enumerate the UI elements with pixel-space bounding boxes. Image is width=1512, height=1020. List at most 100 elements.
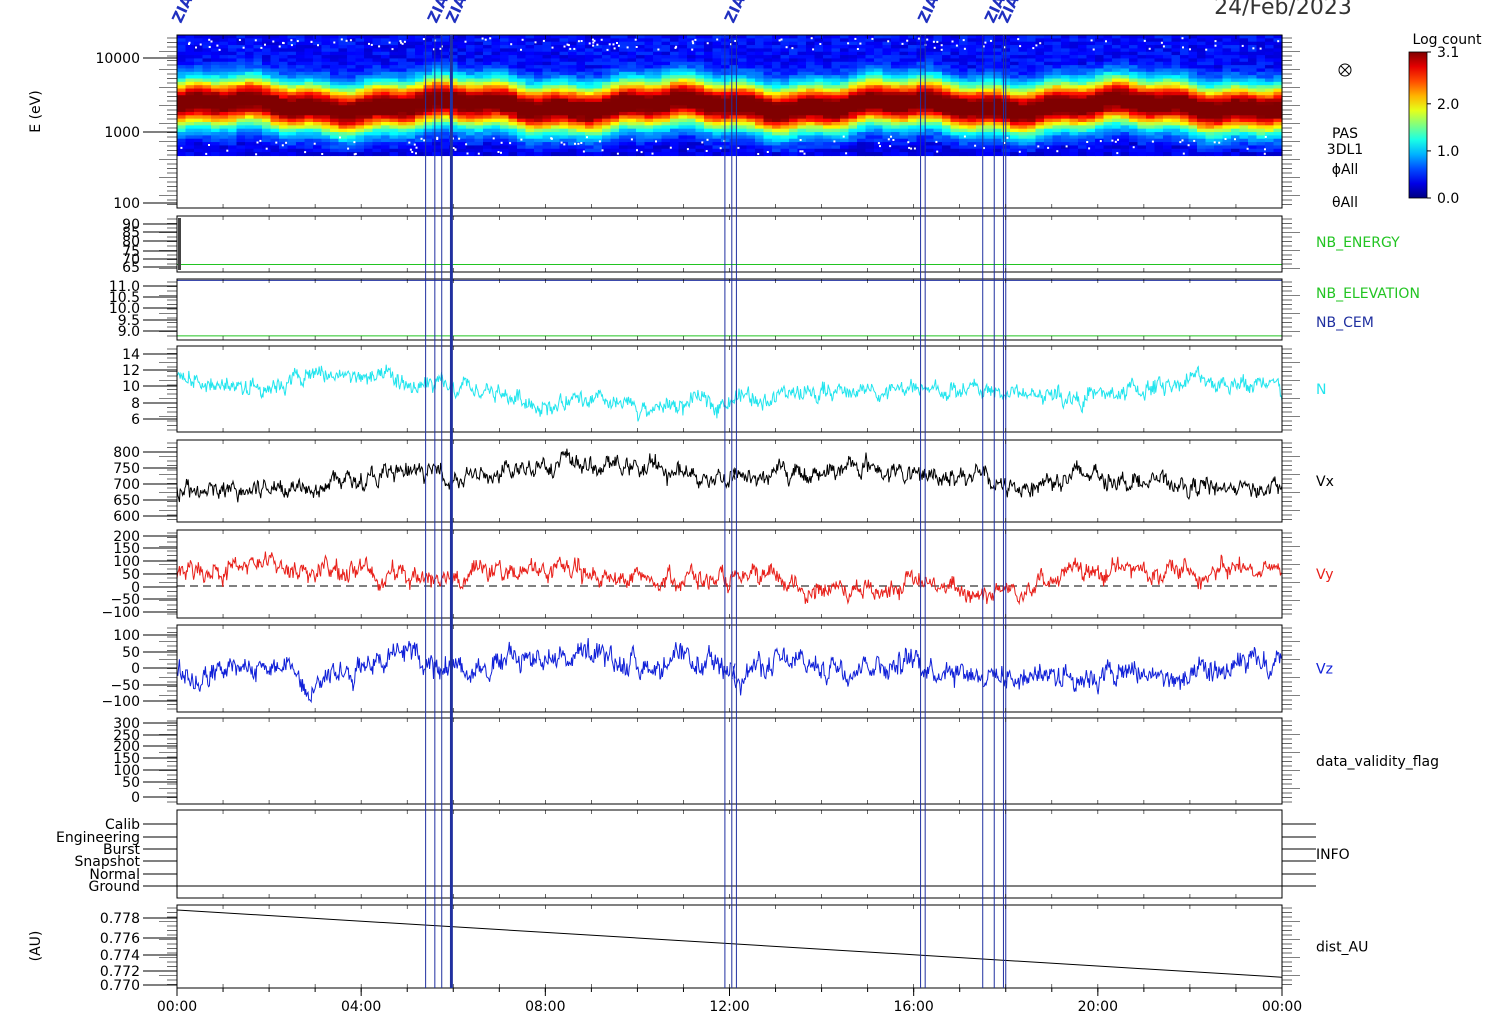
speckle — [691, 48, 694, 51]
spectrogram-cell — [593, 152, 603, 157]
spectrogram-cell — [899, 152, 909, 157]
speckle — [833, 140, 836, 143]
speckle — [691, 40, 694, 43]
spectrogram-cell — [704, 152, 714, 157]
speckle — [879, 145, 881, 148]
speckle — [686, 148, 689, 151]
speckle — [520, 138, 523, 141]
speckle — [208, 38, 211, 41]
speckle — [458, 137, 461, 140]
speckle — [452, 147, 455, 149]
spectrogram-cell — [865, 152, 875, 157]
spectrogram-cell — [1197, 152, 1207, 157]
speckle — [1056, 150, 1059, 153]
speckle — [803, 152, 806, 155]
speckle — [345, 39, 348, 42]
speckle — [550, 137, 553, 140]
speckle — [415, 146, 418, 149]
speckle — [569, 47, 572, 50]
speckle — [1182, 152, 1185, 155]
spectrogram-cell — [270, 152, 280, 157]
speckle — [403, 40, 406, 43]
speckle — [962, 39, 965, 42]
spectrogram-cell — [525, 152, 535, 157]
spectrogram-cell — [661, 152, 671, 157]
speckle — [801, 150, 804, 153]
spectrogram-cell — [602, 152, 612, 157]
speckle — [582, 150, 585, 153]
spectrogram-cell — [1265, 152, 1275, 157]
solo-pas-summary-plot: 100001000100E (eV)PAS3DL1ϕAllθAll9085807… — [28, 0, 1482, 1015]
speckle — [264, 43, 266, 46]
speckle — [577, 142, 580, 145]
speckle — [1090, 39, 1093, 42]
speckle — [580, 142, 583, 144]
speckle — [910, 147, 913, 150]
speckle — [951, 40, 954, 43]
speckle — [1019, 45, 1022, 48]
speckle — [617, 44, 620, 47]
spectrogram-cell — [950, 152, 960, 157]
speckle — [1143, 39, 1146, 42]
speckle — [454, 148, 457, 151]
speckle — [1092, 48, 1095, 51]
speckle — [705, 150, 708, 152]
spectrogram-cell — [355, 152, 365, 157]
speckle — [282, 42, 285, 45]
spectrogram-cell — [746, 152, 756, 157]
spectrogram-cell — [959, 152, 969, 157]
speckle — [908, 146, 911, 149]
speckle — [563, 45, 566, 48]
speckle — [592, 41, 595, 44]
spectrogram-cell — [287, 152, 297, 157]
speckle — [616, 42, 618, 44]
spectrogram-cell — [1035, 152, 1045, 157]
spectrogram-cell — [942, 152, 952, 157]
speckle — [195, 46, 197, 49]
speckle — [1114, 140, 1117, 143]
speckle — [692, 42, 695, 45]
speckle — [285, 141, 288, 144]
spectrogram-cell — [1146, 152, 1156, 157]
spectrogram-cell — [576, 152, 586, 157]
speckle — [313, 142, 316, 145]
speckle — [401, 42, 404, 45]
spectrogram-cell — [874, 152, 884, 157]
spectrogram-cell — [1078, 152, 1088, 157]
speckle — [933, 46, 936, 49]
speckle — [757, 153, 760, 155]
speckle — [669, 146, 672, 149]
speckle — [378, 45, 381, 48]
speckle — [854, 37, 857, 40]
spectrogram-cell — [670, 152, 680, 157]
speckle — [799, 139, 802, 141]
speckle — [1105, 40, 1107, 43]
speckle — [887, 40, 890, 43]
spectrogram-cell — [1205, 152, 1215, 157]
spectrogram-cell — [1214, 152, 1224, 157]
speckle — [716, 38, 719, 41]
speckle — [674, 46, 677, 49]
speckle — [737, 146, 740, 149]
speckle — [600, 38, 603, 41]
speckle — [349, 39, 352, 42]
speckle — [892, 139, 895, 141]
spectrogram-cell — [542, 152, 552, 157]
speckle — [255, 153, 258, 156]
speckle — [940, 48, 943, 51]
spectrogram-cell — [1239, 152, 1249, 157]
speckle — [1111, 139, 1114, 142]
speckle — [226, 149, 229, 152]
speckle — [465, 143, 468, 146]
spectrogram-cell — [678, 152, 688, 157]
speckle — [290, 39, 293, 42]
speckle — [1277, 40, 1280, 43]
speckle — [1117, 138, 1119, 141]
speckle — [500, 141, 503, 144]
speckle — [907, 141, 910, 144]
spectrogram-cell — [831, 152, 841, 157]
speckle — [1205, 48, 1208, 51]
speckle — [208, 144, 210, 146]
speckle — [601, 149, 604, 152]
speckle — [484, 38, 487, 41]
